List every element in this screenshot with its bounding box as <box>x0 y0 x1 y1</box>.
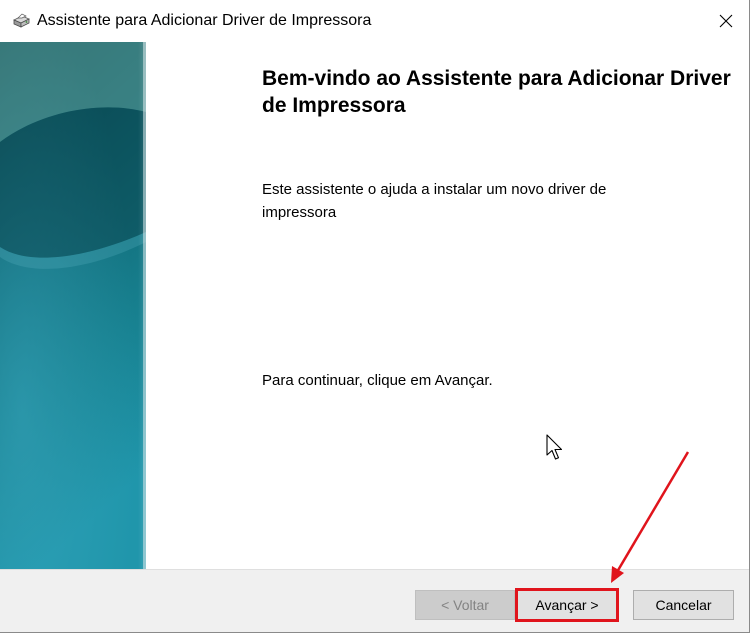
wizard-instruction: Para continuar, clique em Avançar. <box>262 372 493 389</box>
wizard-heading: Bem-vindo ao Assistente para Adicionar D… <box>262 67 731 117</box>
add-printer-driver-wizard-window: Assistente para Adicionar Driver de Impr… <box>0 0 750 633</box>
wizard-footer: < Voltar Avançar > Cancelar <box>0 569 749 632</box>
window-title: Assistente para Adicionar Driver de Impr… <box>37 12 372 29</box>
close-button[interactable] <box>703 0 749 42</box>
wizard-content: Bem-vindo ao Assistente para Adicionar D… <box>146 42 749 569</box>
cancel-button[interactable]: Cancelar <box>633 590 734 620</box>
wizard-side-banner <box>0 42 146 569</box>
next-button[interactable]: Avançar > <box>515 588 619 622</box>
close-icon <box>719 14 733 28</box>
printer-icon <box>13 13 30 28</box>
title-bar[interactable]: Assistente para Adicionar Driver de Impr… <box>0 0 749 42</box>
back-button[interactable]: < Voltar <box>415 590 515 620</box>
wizard-description: Este assistente o ajuda a instalar um no… <box>262 181 607 221</box>
banner-graphic <box>0 42 146 569</box>
mouse-pointer-icon <box>546 434 563 460</box>
